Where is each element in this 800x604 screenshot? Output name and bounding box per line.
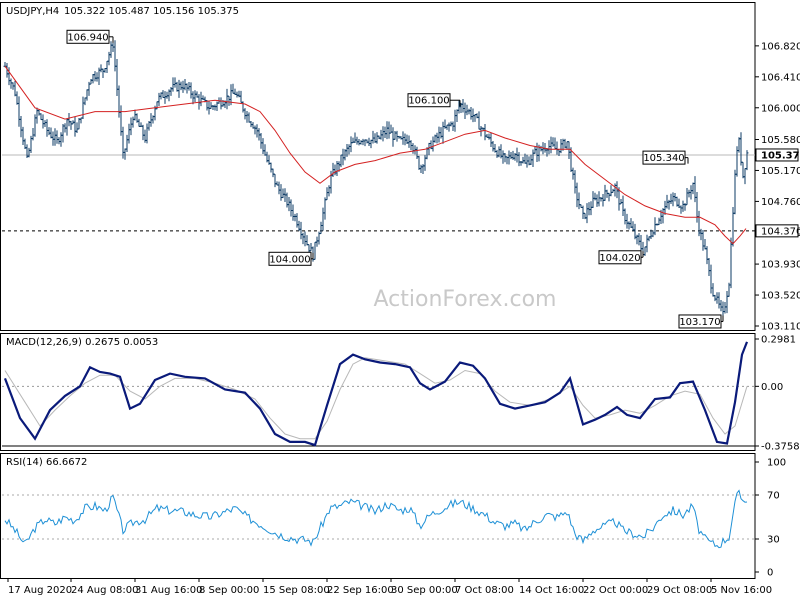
annotation-label: 105.340 — [643, 153, 684, 164]
macd-tick-label: 0.2981 — [761, 335, 796, 346]
time-tick-label: 7 Oct 08:00 — [455, 585, 514, 596]
current-price-label: 105.375 — [761, 150, 800, 161]
rsi-tick-label: 70 — [767, 491, 780, 502]
time-tick-label: 30 Sep 00:00 — [391, 585, 458, 596]
time-tick-label: 17 Aug 2020 — [8, 585, 72, 596]
price-tick-label: 105.580 — [761, 135, 800, 146]
rsi-tick-label: 100 — [767, 458, 786, 469]
chart-title: USDJPY,H4 — [6, 6, 59, 17]
price-tick-label: 105.170 — [761, 166, 800, 177]
price-tick-label: 103.930 — [761, 260, 800, 271]
macd-title: MACD(12,26,9) 0.2675 0.0053 — [6, 337, 158, 348]
time-tick-label: 8 Sep 00:00 — [199, 585, 259, 596]
price-tick-label: 106.410 — [761, 72, 800, 83]
price-tick-label: 106.000 — [761, 103, 800, 114]
macd-tick-label: 0.00 — [761, 382, 783, 393]
time-tick-label: 24 Aug 08:00 — [71, 585, 138, 596]
annotation-label: 106.940 — [67, 32, 108, 43]
annotation-label: 104.000 — [269, 254, 310, 265]
rsi-title: RSI(14) 66.6672 — [6, 457, 87, 468]
rsi-tick-label: 0 — [767, 568, 773, 579]
time-tick-label: 5 Nov 16:00 — [711, 585, 772, 596]
time-tick-label: 29 Oct 08:00 — [647, 585, 712, 596]
annotation-label: 103.170 — [679, 317, 720, 328]
time-tick-label: 22 Sep 16:00 — [327, 585, 394, 596]
annotation-label: 104.020 — [599, 253, 640, 264]
time-tick-label: 15 Sep 08:00 — [263, 585, 330, 596]
time-tick-label: 14 Oct 16:00 — [519, 585, 584, 596]
time-tick-label: 31 Aug 16:00 — [135, 585, 202, 596]
macd-tick-label: -0.3758 — [761, 442, 800, 453]
price-tick-label: 103.110 — [761, 322, 800, 333]
time-tick-label: 22 Oct 00:00 — [583, 585, 648, 596]
support-price-label: 104.370 — [761, 226, 800, 237]
watermark: ActionForex.com — [374, 287, 557, 312]
usdjpy-chart: ActionForex.com 106.940 104.000 106.100 104.… — [0, 0, 800, 600]
annotation-label: 106.100 — [408, 96, 449, 107]
price-tick-label: 103.520 — [761, 291, 800, 302]
rsi-tick-label: 30 — [767, 535, 780, 546]
price-tick-label: 106.820 — [761, 41, 800, 52]
price-tick-label: 104.760 — [761, 197, 800, 208]
ohlc-readout: 105.322 105.487 105.156 105.375 — [64, 6, 239, 17]
